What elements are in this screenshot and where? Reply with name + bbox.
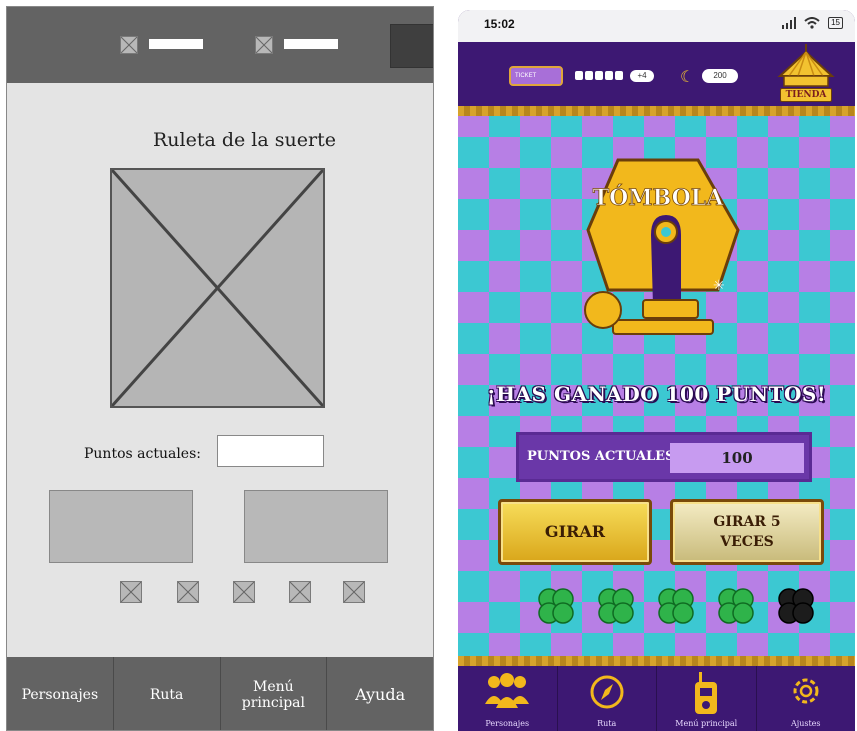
wifi-icon [804, 17, 820, 29]
top-hud: TICKET +4 ☾ 200 TIENDA [458, 42, 855, 106]
points-field [217, 435, 324, 467]
clover-icon [533, 583, 579, 629]
tombola-logo: TÓMBOLA ✳ [584, 158, 740, 335]
wireframe-bottom-nav: Personajes Ruta Menú principal Ayuda [7, 657, 433, 730]
status-bar: 15:02 15 [458, 10, 855, 42]
nav-item-ayuda[interactable]: Ayuda [327, 657, 433, 730]
wireframe-top-bar [7, 7, 433, 83]
wireframe-screen: Ruleta de la suerte Puntos actuales: Per… [6, 6, 434, 731]
bottom-nav: Personajes Ruta Menú principal Ajustes [458, 666, 855, 731]
status-time: 15:02 [484, 17, 515, 31]
placeholder-image-icon [120, 36, 138, 54]
nav-item-menu-principal[interactable]: Menú principal [221, 657, 328, 730]
nav-label: Ruta [597, 719, 617, 728]
shop-label[interactable]: TIENDA [780, 88, 832, 102]
bottom-fringe [458, 656, 855, 666]
ticket-counter [575, 71, 623, 80]
clover-placeholder-icon [343, 581, 365, 603]
svg-text:✳: ✳ [713, 278, 725, 294]
clover-icon [713, 583, 759, 629]
spin-button-placeholder[interactable] [49, 490, 193, 563]
placeholder-image-icon [255, 36, 273, 54]
spin-button[interactable]: GIRAR [498, 499, 652, 565]
moon-icon: ☾ [680, 67, 695, 86]
placeholder-text-bar [284, 39, 338, 49]
points-label: PUNTOS ACTUALES: [527, 449, 680, 464]
nav-item-ruta[interactable]: Ruta [558, 666, 657, 731]
nav-label: Menú principal [675, 719, 738, 728]
points-label: Puntos actuales: [84, 446, 201, 462]
clover-icon [773, 583, 819, 629]
nav-label: Personajes [485, 719, 530, 728]
clover-row [533, 583, 819, 629]
page-title: Ruleta de la suerte [153, 129, 336, 151]
clover-icon [653, 583, 699, 629]
nav-item-personajes[interactable]: Personajes [7, 657, 114, 730]
shop-button-placeholder[interactable] [390, 24, 433, 68]
compass-icon [590, 675, 624, 709]
placeholder-text-bar [149, 39, 203, 49]
currency-counter: 200 [702, 69, 738, 83]
clover-placeholder-icon [289, 581, 311, 603]
gear-icon [793, 678, 819, 704]
walkie-talkie-icon [695, 672, 718, 714]
nav-item-ajustes[interactable]: Ajustes [757, 666, 856, 731]
nav-item-ruta[interactable]: Ruta [114, 657, 221, 730]
signal-icon [782, 17, 797, 29]
nav-label: Ajustes [790, 719, 821, 728]
spin5-label-line2: VECES [720, 534, 774, 550]
ticket-extra-badge: +4 [630, 70, 654, 82]
spin5-label-line1: GIRAR 5 [713, 514, 781, 530]
clover-placeholder-icon [177, 581, 199, 603]
battery-icon: 15 [828, 17, 843, 29]
top-fringe [458, 106, 855, 116]
win-message: ¡HAS GANADO 100 PUNTOS! [486, 382, 827, 406]
people-icon [485, 673, 530, 708]
clover-placeholder-icon [233, 581, 255, 603]
nav-item-personajes[interactable]: Personajes [458, 666, 558, 731]
mockup-screen: 15:02 15 TICKET +4 ☾ 200 TIENDA TÓMBOLA [458, 10, 855, 731]
clover-placeholder-icon [120, 581, 142, 603]
points-value: 100 [670, 443, 804, 473]
spin5-button[interactable]: GIRAR 5 VECES [670, 499, 824, 565]
clover-icon [593, 583, 639, 629]
tombola-logo-text: TÓMBOLA [593, 184, 725, 211]
roulette-image-placeholder [110, 168, 325, 408]
spin5-button-placeholder[interactable] [244, 490, 388, 563]
ticket-icon: TICKET [509, 66, 563, 86]
nav-item-menu-principal[interactable]: Menú principal [657, 666, 757, 731]
points-panel: PUNTOS ACTUALES: 100 [516, 432, 812, 482]
